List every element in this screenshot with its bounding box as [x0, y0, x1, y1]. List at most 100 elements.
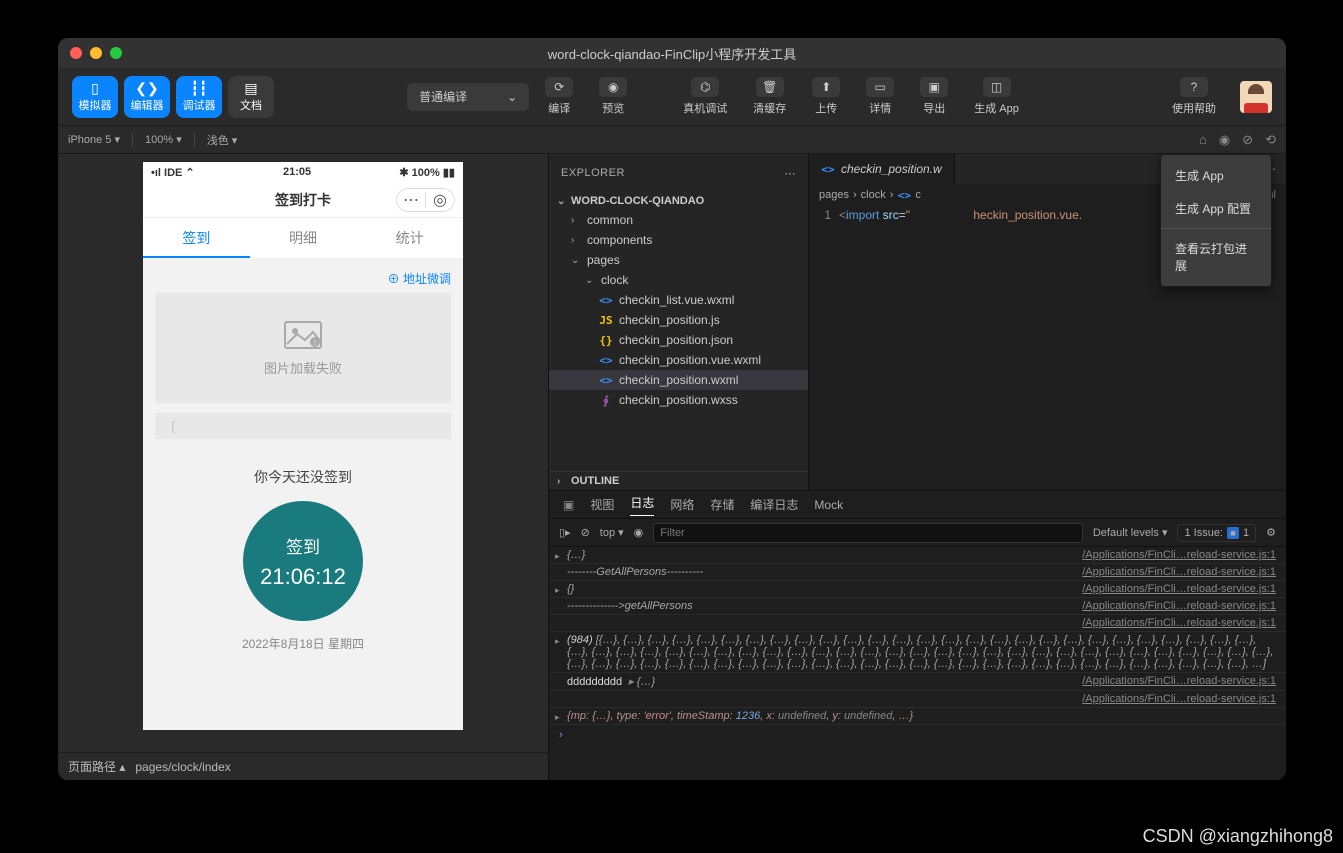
rotate-icon[interactable]: ⟲: [1265, 132, 1276, 148]
console-tools: ▯▸ ⊘ top ▾ ◉ Default levels ▾ 1 Issue:■1…: [549, 519, 1286, 547]
log-source-link[interactable]: /Applications/FinCli…reload-service.js:1: [1082, 566, 1276, 578]
menu-view-progress[interactable]: 查看云打包进展: [1161, 232, 1271, 282]
file-item[interactable]: <>checkin_list.vue.wxml: [549, 290, 808, 310]
code-area: <>checkin_position.w ◫ ⋯ pages› clock› <…: [809, 154, 1286, 490]
traffic-lights: [58, 47, 122, 59]
phone-icon: ▯: [91, 81, 99, 95]
sliders-icon: ┇┇: [191, 81, 208, 95]
signin-button[interactable]: 签到 21:06:12: [243, 501, 363, 621]
editor-pane: EXPLORER⋯ ⌄WORD-CLOCK-QIANDAO ›common ›c…: [548, 154, 1286, 780]
status-left: •ıl IDE ⌃: [151, 166, 195, 179]
clear-console-icon[interactable]: ⊘: [581, 526, 590, 539]
main-split: •ıl IDE ⌃ 21:05 ✱ 100% ▮▮ 签到打卡 ⋯◎ 签到 明细 …: [58, 154, 1286, 780]
folder-pages[interactable]: ⌄pages: [549, 250, 808, 270]
tab-stats[interactable]: 统计: [356, 218, 463, 258]
more-icon[interactable]: ⋯: [785, 167, 797, 180]
chevron-down-icon: ⌄: [507, 90, 517, 104]
compile-mode-dropdown[interactable]: 普通编译⌄: [407, 83, 529, 111]
console-prompt[interactable]: ›: [549, 725, 1286, 745]
window-title: word-clock-qiandao-FinClip小程序开发工具: [548, 44, 797, 63]
file-item-active[interactable]: <>checkin_position.wxml: [549, 370, 808, 390]
inspect-icon[interactable]: ▣: [563, 498, 574, 512]
tab-mock[interactable]: Mock: [814, 498, 843, 512]
upload-button[interactable]: ⬆上传: [802, 77, 850, 116]
image-fail-placeholder: ! 图片加载失败: [155, 293, 451, 403]
file-item[interactable]: {}checkin_position.json: [549, 330, 808, 350]
debugger-toggle[interactable]: ┇┇调试器: [176, 76, 222, 118]
project-root[interactable]: ⌄WORD-CLOCK-QIANDAO: [549, 192, 808, 210]
page-path-label[interactable]: 页面路径 ▴: [68, 758, 125, 775]
upload-icon: ⬆: [812, 77, 840, 97]
log-source-link[interactable]: /Applications/FinCli…reload-service.js:1: [1082, 583, 1276, 595]
console-filter[interactable]: [653, 523, 1083, 543]
log-source-link[interactable]: /Applications/FinCli…reload-service.js:1: [1082, 600, 1276, 612]
folder-icon: ▣: [920, 77, 948, 97]
mute-icon[interactable]: ⊘: [1242, 132, 1253, 148]
details-button[interactable]: ▭详情: [856, 77, 904, 116]
settings-icon[interactable]: ⚙: [1266, 526, 1276, 539]
home-icon[interactable]: ⌂: [1199, 132, 1207, 147]
folder-clock[interactable]: ⌄clock: [549, 270, 808, 290]
capsule-menu-icon[interactable]: ⋯: [397, 190, 425, 210]
tab-network[interactable]: 网络: [670, 496, 694, 513]
context-select[interactable]: top ▾: [600, 526, 624, 539]
tab-signin[interactable]: 签到: [143, 218, 250, 258]
tab-storage[interactable]: 存储: [710, 496, 734, 513]
help-button[interactable]: ?使用帮助: [1162, 77, 1226, 116]
levels-select[interactable]: Default levels ▾: [1093, 526, 1168, 539]
compile-button[interactable]: ⟳编译: [535, 77, 583, 116]
tab-log[interactable]: 日志: [630, 494, 654, 516]
log-source-link[interactable]: /Applications/FinCli…reload-service.js:1: [1082, 617, 1276, 629]
sidebar-toggle-icon[interactable]: ▯▸: [559, 526, 571, 539]
folder-components[interactable]: ›components: [549, 230, 808, 250]
phone-tabs: 签到 明细 统计: [143, 218, 463, 258]
tab-compile-log[interactable]: 编译日志: [750, 496, 798, 513]
live-expr-icon[interactable]: ◉: [634, 526, 644, 539]
console-output[interactable]: ▸{…}/Applications/FinCli…reload-service.…: [549, 547, 1286, 780]
real-device-button[interactable]: ⌬真机调试: [673, 77, 737, 116]
location-icon[interactable]: ◉: [1219, 132, 1230, 148]
docs-button[interactable]: ▤文档: [228, 76, 274, 118]
gen-app-button[interactable]: ◫生成 App: [964, 77, 1029, 116]
issue-badge[interactable]: 1 Issue:■1: [1177, 524, 1256, 542]
log-source-link[interactable]: /Applications/FinCli…reload-service.js:1: [1082, 693, 1276, 705]
outline-section[interactable]: ›OUTLINE: [549, 471, 808, 490]
theme-select[interactable]: 浅色 ▾: [207, 132, 238, 148]
file-item[interactable]: ∮checkin_position.wxss: [549, 390, 808, 410]
help-icon: ?: [1180, 77, 1208, 97]
user-avatar[interactable]: [1240, 81, 1272, 113]
simulator-toggle[interactable]: ▯模拟器: [72, 76, 118, 118]
tab-detail[interactable]: 明细: [250, 218, 357, 258]
clear-cache-button[interactable]: 🗑清缓存: [743, 77, 796, 116]
maximize-window-icon[interactable]: [110, 47, 122, 59]
simulator-phone: •ıl IDE ⌃ 21:05 ✱ 100% ▮▮ 签到打卡 ⋯◎ 签到 明细 …: [143, 162, 463, 730]
simulator-subbar: iPhone 5 ▾ 100% ▾ 浅色 ▾ ⌂ ◉ ⊘ ⟲: [58, 126, 1286, 154]
file-item[interactable]: <>checkin_position.vue.wxml: [549, 350, 808, 370]
phone-navbar: 签到打卡 ⋯◎: [143, 182, 463, 218]
log-source-link[interactable]: /Applications/FinCli…reload-service.js:1: [1082, 675, 1276, 688]
line-number: 1: [809, 208, 839, 490]
minimize-window-icon[interactable]: [90, 47, 102, 59]
menu-gen-config[interactable]: 生成 App 配置: [1161, 192, 1271, 225]
editor-tab-active[interactable]: <>checkin_position.w: [809, 154, 955, 184]
titlebar: word-clock-qiandao-FinClip小程序开发工具: [58, 38, 1286, 68]
page-title: 签到打卡: [275, 190, 331, 210]
file-item[interactable]: JScheckin_position.js: [549, 310, 808, 330]
tab-view[interactable]: 视图: [590, 496, 614, 513]
adjust-location-link[interactable]: ⊕ 地址微调: [155, 270, 451, 287]
capsule-close-icon[interactable]: ◎: [426, 190, 454, 210]
editor-toggle[interactable]: ❮❯编辑器: [124, 76, 170, 118]
zoom-select[interactable]: 100% ▾: [145, 133, 182, 146]
code-line: <import src=" heckin_position.vue.: [839, 208, 1082, 490]
menu-gen-app[interactable]: 生成 App: [1161, 159, 1271, 192]
eye-icon: ◉: [599, 77, 627, 97]
explorer-header: EXPLORER⋯: [549, 158, 808, 188]
folder-common[interactable]: ›common: [549, 210, 808, 230]
status-time: 21:05: [283, 166, 311, 178]
signal-row: 〔: [155, 413, 451, 439]
close-window-icon[interactable]: [70, 47, 82, 59]
export-button[interactable]: ▣导出: [910, 77, 958, 116]
log-source-link[interactable]: /Applications/FinCli…reload-service.js:1: [1082, 549, 1276, 561]
device-select[interactable]: iPhone 5 ▾: [68, 133, 120, 146]
preview-button[interactable]: ◉预览: [589, 77, 637, 116]
